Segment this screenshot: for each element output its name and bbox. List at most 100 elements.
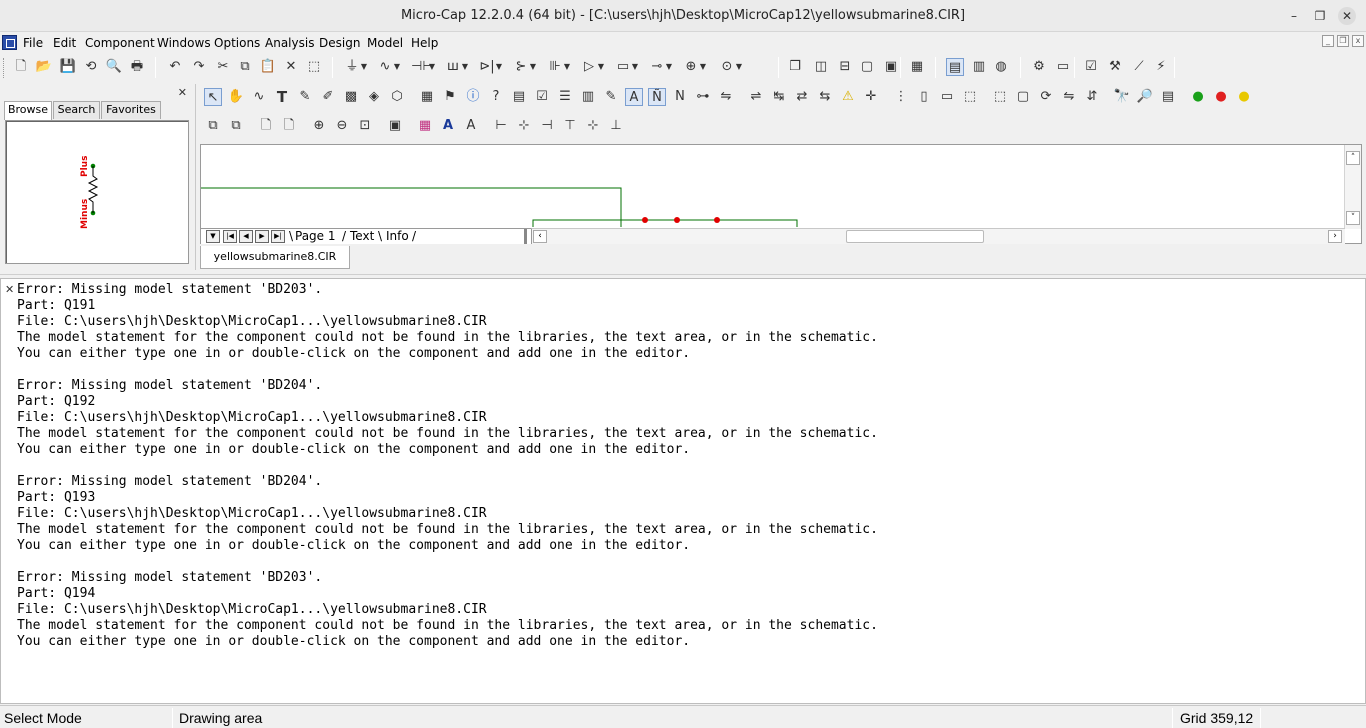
tool-a-icon[interactable]: ⊶ (694, 88, 712, 106)
align-top-icon[interactable]: ⊤ (561, 117, 579, 135)
error-output-text[interactable]: Error: Missing model statement 'BD203'. P… (17, 282, 1357, 702)
plot-icon[interactable]: ⟋ (1130, 58, 1148, 76)
camera-icon[interactable]: ▣ (386, 117, 404, 135)
properties-icon[interactable]: ▤ (1159, 88, 1177, 106)
dropdown-arrow-icon[interactable]: ▼ (664, 58, 674, 76)
next-page-icon[interactable]: ▶ (255, 230, 269, 243)
redo-icon[interactable]: ↷ (190, 58, 208, 76)
rotate-icon[interactable]: ⟳ (1037, 88, 1055, 106)
image-icon[interactable]: ▩ (342, 88, 360, 106)
page-tab-page1[interactable]: Page 1 (295, 229, 336, 244)
graphic-icon[interactable]: ⬡ (388, 88, 406, 106)
tool-b-icon[interactable]: ⇋ (717, 88, 735, 106)
mdi-restore-button[interactable]: ❐ (1337, 35, 1349, 47)
grid-icon[interactable]: ▥ (579, 88, 597, 106)
window-icon[interactable]: ▢ (858, 58, 876, 76)
ungroup-icon[interactable]: ⧉ (227, 117, 245, 135)
first-page-icon[interactable]: |◀ (223, 230, 237, 243)
dropdown-arrow-icon[interactable]: ▼ (359, 58, 369, 76)
dropdown-arrow-icon[interactable]: ▼ (596, 58, 606, 76)
menu-design[interactable]: Design (319, 36, 360, 50)
page-tab-text[interactable]: Text (350, 229, 374, 244)
paste-icon[interactable]: 📋 (259, 58, 277, 76)
tool-f-icon[interactable]: ⇆ (816, 88, 834, 106)
warning-icon[interactable]: ⚠ (839, 88, 857, 106)
tab-favorites[interactable]: Favorites (101, 101, 161, 119)
menu-options[interactable]: Options (214, 36, 260, 50)
attribute-icon[interactable]: ▤ (510, 88, 528, 106)
mdi-minimize-button[interactable]: _ (1322, 35, 1334, 47)
prev-page-icon[interactable]: ◀ (239, 230, 253, 243)
colors-icon[interactable]: ▦ (416, 117, 434, 135)
align-center-icon[interactable]: ⊹ (515, 117, 533, 135)
toolbar-grip[interactable] (3, 58, 6, 78)
dropdown-arrow-icon[interactable]: ▼ (427, 58, 437, 76)
text-icon[interactable]: T (273, 88, 291, 106)
scroll-down-icon[interactable]: ˅ (1346, 211, 1360, 225)
scroll-up-icon[interactable]: ˄ (1346, 151, 1360, 165)
save-icon[interactable]: 💾 (59, 58, 77, 76)
find-icon[interactable]: 🔭 (1113, 88, 1131, 106)
delete-page-icon[interactable]: 🗋 (280, 117, 298, 135)
component-panel-icon[interactable]: ▤ (946, 58, 964, 76)
scroll-right-icon[interactable]: › (1328, 230, 1342, 243)
last-page-icon[interactable]: ▶| (271, 230, 285, 243)
flip-v-icon[interactable]: ⇵ (1083, 88, 1101, 106)
select-region-icon[interactable]: ▢ (1014, 88, 1032, 106)
check-icon[interactable]: ☑ (1082, 58, 1100, 76)
font-icon[interactable]: A (439, 117, 457, 135)
browser-close-icon[interactable]: ✕ (178, 86, 187, 99)
help-icon[interactable]: ? (487, 88, 505, 106)
font-style-icon[interactable]: A (462, 117, 480, 135)
calculator-icon[interactable]: ▦ (908, 58, 926, 76)
schematic-canvas[interactable] (201, 145, 1345, 229)
close-button[interactable]: ✕ (1338, 7, 1356, 25)
probe-panel-icon[interactable]: ▭ (1054, 58, 1072, 76)
crosshair-icon[interactable]: ✛ (862, 88, 880, 106)
library-icon[interactable]: ▥ (970, 58, 988, 76)
pen-icon[interactable]: ✐ (319, 88, 337, 106)
print-icon[interactable]: 🖶 (128, 58, 146, 76)
schematic-horizontal-scrollbar[interactable]: ‹ › (531, 228, 1345, 244)
tile-horizontal-icon[interactable]: ⊟ (836, 58, 854, 76)
align-right-icon[interactable]: ⊣ (538, 117, 556, 135)
page-icon[interactable]: ▯ (915, 88, 933, 106)
menu-model[interactable]: Model (367, 36, 403, 50)
schematic-window[interactable]: ˄ ˅ ▼ |◀ ◀ ▶ ▶| \ Page 1 / Text \ Info /… (200, 144, 1362, 244)
tool-d-icon[interactable]: ↹ (770, 88, 788, 106)
select-mode-icon[interactable]: ↖ (204, 88, 222, 106)
wire-draw-icon[interactable]: ✎ (296, 88, 314, 106)
wizard-icon[interactable]: ⚡ (1152, 58, 1170, 76)
analysis-icon[interactable]: ⚙ (1030, 58, 1048, 76)
dropdown-arrow-icon[interactable]: ▼ (392, 58, 402, 76)
copy-icon[interactable]: ⧉ (236, 58, 254, 76)
tool-e-icon[interactable]: ⇄ (793, 88, 811, 106)
find-next-icon[interactable]: 🔎 (1136, 88, 1154, 106)
node-numbers-icon[interactable]: Ñ (648, 88, 666, 106)
menu-edit[interactable]: Edit (53, 36, 76, 50)
delete-icon[interactable]: ✕ (282, 58, 300, 76)
attribute-text-icon[interactable]: A (625, 88, 643, 106)
output-close-icon[interactable]: ✕ (5, 283, 14, 296)
page-tab-info[interactable]: Info (386, 229, 409, 244)
dropdown-arrow-icon[interactable]: ▼ (698, 58, 708, 76)
tool-c-icon[interactable]: ⇌ (747, 88, 765, 106)
schematic-vertical-scrollbar[interactable]: ˄ ˅ (1344, 145, 1361, 229)
pause-icon[interactable]: ● (1235, 88, 1253, 106)
mdi-close-button[interactable]: x (1352, 35, 1364, 47)
scroll-left-icon[interactable]: ‹ (533, 230, 547, 243)
add-page-icon[interactable]: 🗋 (257, 117, 275, 135)
edit-icon[interactable]: ✎ (602, 88, 620, 106)
grid-table-icon[interactable]: ▦ (418, 88, 436, 106)
zoom-out-icon[interactable]: ⊖ (333, 117, 351, 135)
minimize-button[interactable]: – (1285, 7, 1303, 25)
list-icon[interactable]: ☰ (556, 88, 574, 106)
flag-icon[interactable]: ⚑ (441, 88, 459, 106)
dropdown-arrow-icon[interactable]: ▼ (562, 58, 572, 76)
page-menu-icon[interactable]: ▼ (206, 230, 220, 243)
page-bar-splitter[interactable] (524, 229, 527, 244)
print-preview-icon[interactable]: 🔍 (105, 58, 123, 76)
group-icon[interactable]: ⧉ (204, 117, 222, 135)
shape-icon[interactable]: ◈ (365, 88, 383, 106)
menu-component[interactable]: Component (85, 36, 155, 50)
